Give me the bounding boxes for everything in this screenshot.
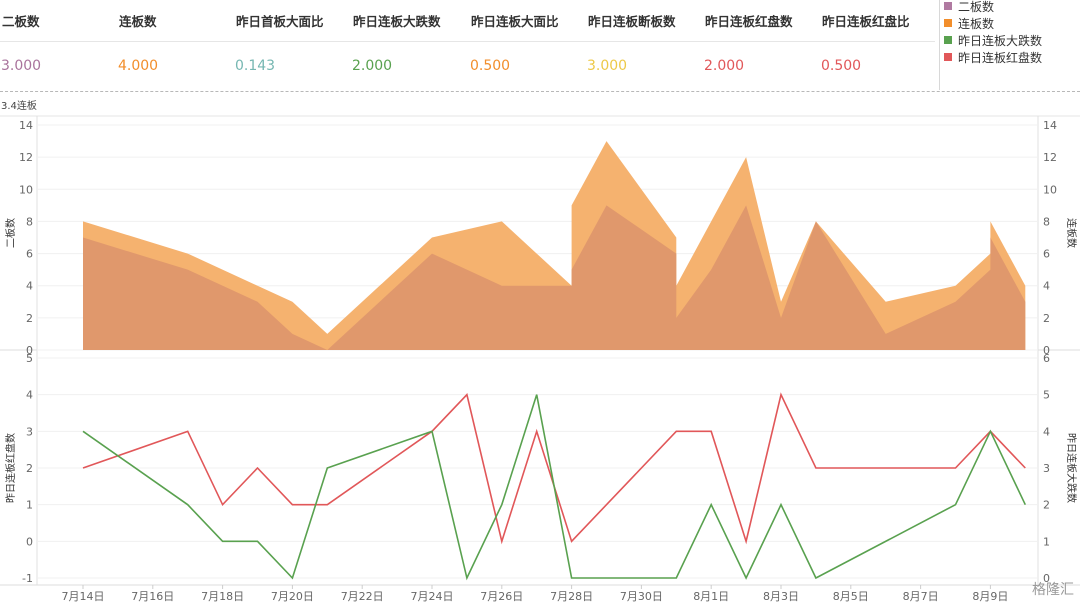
x-tick-label: 7月26日 <box>480 590 523 603</box>
x-tick-label: 7月14日 <box>62 590 105 603</box>
y-tick-label-right: 2 <box>1043 312 1050 325</box>
x-tick-label: 7月22日 <box>341 590 384 603</box>
y-tick-label-left: 1 <box>26 499 33 512</box>
chart-canvas: 0 02 24 46 68 810 1012 1214 14二板数 连板数-10123450123… <box>0 115 1080 603</box>
y-axis-title-right: 昨日连板大跌数 <box>1065 433 1078 503</box>
x-tick-label: 7月20日 <box>271 590 314 603</box>
y-tick-label-right: 6 <box>1043 352 1050 365</box>
y-tick-label-left: 0 <box>26 535 33 548</box>
y-tick-label-right: 10 <box>1043 183 1057 196</box>
y-tick-label-right: 2 <box>1043 499 1050 512</box>
y-tick-label-left: 5 <box>26 352 33 365</box>
y-tick-label-right: 3 <box>1043 462 1050 475</box>
x-tick-label: 7月16日 <box>131 590 174 603</box>
watermark: 格隆汇 <box>1032 582 1074 598</box>
y-tick-label-left: 2 <box>26 312 33 325</box>
y-tick-label-right: 12 <box>1043 151 1057 164</box>
y-tick-label-left: 4 <box>26 389 33 402</box>
y-tick-label-right: 4 <box>1043 425 1050 438</box>
x-tick-label: 7月30日 <box>620 590 663 603</box>
y-tick-label-left: -1 <box>22 572 33 585</box>
y-tick-label-right: 5 <box>1043 389 1050 402</box>
y-tick-label-left: 2 <box>26 462 33 475</box>
x-tick-label: 8月9日 <box>972 590 1008 603</box>
x-tick-label: 8月5日 <box>833 590 869 603</box>
x-tick-label: 7月28日 <box>550 590 593 603</box>
line-series <box>82 394 1027 581</box>
y-tick-label-left: 10 <box>19 183 33 196</box>
y-tick-label-left: 12 <box>19 151 33 164</box>
x-tick-label: 8月7日 <box>903 590 939 603</box>
y-tick-label-left: 14 <box>19 119 33 132</box>
y-tick-label-right: 8 <box>1043 215 1050 228</box>
y-axis-title-right: 连板数 <box>1065 218 1078 248</box>
y-tick-label-right: 1 <box>1043 535 1050 548</box>
x-tick-label: 8月3日 <box>763 590 799 603</box>
y-tick-label-left: 4 <box>26 280 33 293</box>
y-tick-label-left: 6 <box>26 248 33 261</box>
x-tick-label: 8月1日 <box>693 590 729 603</box>
y-tick-label-right: 4 <box>1043 280 1050 293</box>
y-tick-label-left: 8 <box>26 215 33 228</box>
x-tick-label: 7月24日 <box>411 590 454 603</box>
x-tick-label: 7月18日 <box>201 590 244 603</box>
y-tick-label-left: 3 <box>26 425 33 438</box>
y-axis-title-left: 二板数 <box>4 218 17 248</box>
y-tick-label-right: 6 <box>1043 248 1050 261</box>
y-axis-title-left: 昨日连板红盘数 <box>4 433 17 503</box>
y-tick-label-right: 14 <box>1043 119 1057 132</box>
